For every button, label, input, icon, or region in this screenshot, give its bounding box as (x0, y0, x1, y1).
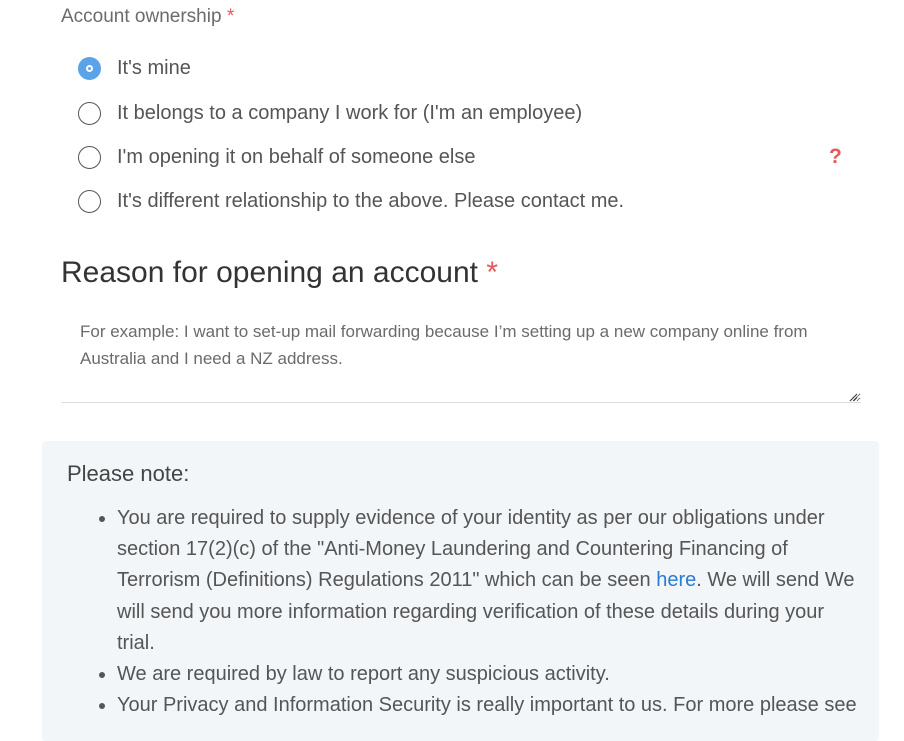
radio-label-its-mine[interactable]: It's mine (117, 57, 191, 80)
reason-heading-text: Reason for opening an account (61, 256, 478, 289)
reason-textarea[interactable] (61, 308, 861, 403)
reason-heading: Reason for opening an account * (61, 256, 498, 290)
please-note-title: Please note: (67, 461, 190, 486)
please-note-panel: Please note: You are required to supply … (42, 441, 879, 741)
account-ownership-label: Account ownership * (61, 6, 234, 28)
radio-label-company-employee[interactable]: It belongs to a company I work for (I'm … (117, 102, 582, 125)
radio-label-on-behalf[interactable]: I'm opening it on behalf of someone else (117, 146, 476, 169)
required-asterisk: * (226, 6, 235, 27)
note-item-privacy: Your Privacy and Information Security is… (99, 690, 857, 721)
note-item-suspicious-activity: We are required by law to report any sus… (99, 659, 857, 690)
radio-option-on-behalf[interactable]: I'm opening it on behalf of someone else (78, 143, 476, 171)
regulations-link[interactable]: here (656, 569, 696, 591)
radio-button-company-employee[interactable] (78, 101, 101, 125)
radio-option-its-mine[interactable]: It's mine (78, 54, 191, 82)
question-mark-help-icon[interactable]: ? (829, 145, 842, 169)
resize-grip-icon[interactable] (848, 392, 858, 402)
radio-label-different-relationship[interactable]: It's different relationship to the above… (117, 190, 624, 213)
radio-option-different-relationship[interactable]: It's different relationship to the above… (78, 187, 624, 215)
radio-button-its-mine[interactable] (78, 56, 101, 80)
account-ownership-label-text: Account ownership (61, 6, 222, 27)
note-item-identity: You are required to supply evidence of y… (99, 503, 857, 659)
please-note-list: You are required to supply evidence of y… (99, 503, 857, 721)
radio-option-company-employee[interactable]: It belongs to a company I work for (I'm … (78, 99, 582, 127)
radio-button-different-relationship[interactable] (78, 189, 101, 213)
required-asterisk: * (486, 256, 498, 289)
radio-button-on-behalf[interactable] (78, 145, 101, 169)
